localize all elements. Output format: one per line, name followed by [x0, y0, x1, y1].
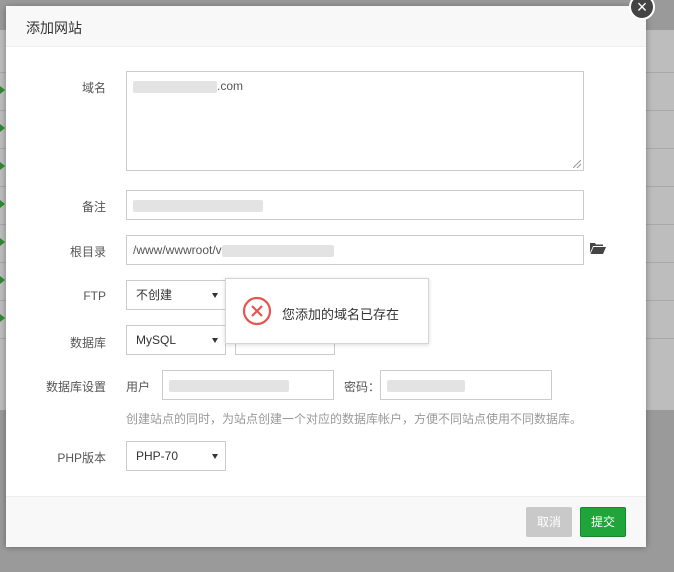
db-user-input[interactable] — [162, 370, 334, 400]
redacted-text — [133, 199, 263, 212]
redacted-text — [133, 80, 217, 93]
root-dir-value: /www/wwwroot/v — [133, 243, 222, 257]
play-icon — [0, 276, 5, 284]
dialog-header: 添加网站 — [6, 6, 646, 47]
db-settings-hint: 创建站点的同时，为站点创建一个对应的数据库帐户，方便不同站点使用不同数据库。 — [126, 412, 583, 426]
root-dir-input[interactable]: /www/wwwroot/v — [126, 235, 584, 265]
close-icon: × — [636, 0, 648, 17]
remark-input[interactable] — [126, 190, 584, 220]
play-icon — [0, 238, 5, 246]
db-password-input[interactable] — [380, 370, 552, 400]
close-button[interactable]: × — [629, 0, 655, 20]
ftp-selected: 不创建 — [136, 288, 173, 302]
php-version-label: PHP版本 — [57, 451, 106, 465]
folder-open-icon[interactable] — [590, 242, 606, 254]
redacted-text — [221, 244, 334, 257]
domain-textarea[interactable]: .com — [126, 71, 584, 171]
error-toast: 您添加的域名已存在 — [225, 278, 429, 344]
add-site-dialog: 添加网站 × 域名 .com 备注 根目录 /www/wwwroot/v FTP… — [6, 0, 655, 547]
toast-message: 您添加的域名已存在 — [282, 307, 400, 322]
ftp-label: FTP — [83, 289, 106, 303]
dialog-title: 添加网站 — [26, 20, 82, 36]
play-icon — [0, 314, 5, 322]
php-version-select[interactable]: PHP-70 — [126, 441, 226, 471]
redacted-text — [169, 379, 289, 392]
resize-handle-icon[interactable] — [573, 160, 581, 168]
php-version-selected: PHP-70 — [136, 449, 179, 463]
chevron-down-icon — [212, 293, 218, 298]
submit-button[interactable]: 提交 — [580, 507, 626, 537]
ftp-select[interactable]: 不创建 — [126, 280, 226, 310]
cancel-button[interactable]: 取消 — [526, 507, 572, 537]
error-circle-icon — [242, 296, 272, 326]
database-select[interactable]: MySQL — [126, 325, 226, 355]
chevron-down-icon — [212, 454, 218, 459]
db-settings-label: 数据库设置 — [45, 380, 106, 394]
play-icon — [0, 86, 5, 94]
database-label: 数据库 — [69, 336, 106, 350]
domain-label: 域名 — [81, 81, 106, 95]
db-user-label: 用户 — [126, 380, 151, 394]
domain-value-suffix: .com — [217, 79, 244, 93]
play-icon — [0, 124, 5, 132]
remark-label: 备注 — [81, 200, 106, 214]
dialog-footer: 取消 提交 — [6, 496, 646, 547]
db-password-label: 密码： — [344, 380, 381, 394]
redacted-text — [387, 379, 465, 392]
database-selected: MySQL — [136, 333, 177, 347]
play-icon — [0, 200, 5, 208]
root-dir-label: 根目录 — [69, 245, 106, 259]
play-icon — [0, 162, 5, 170]
chevron-down-icon — [212, 338, 218, 343]
